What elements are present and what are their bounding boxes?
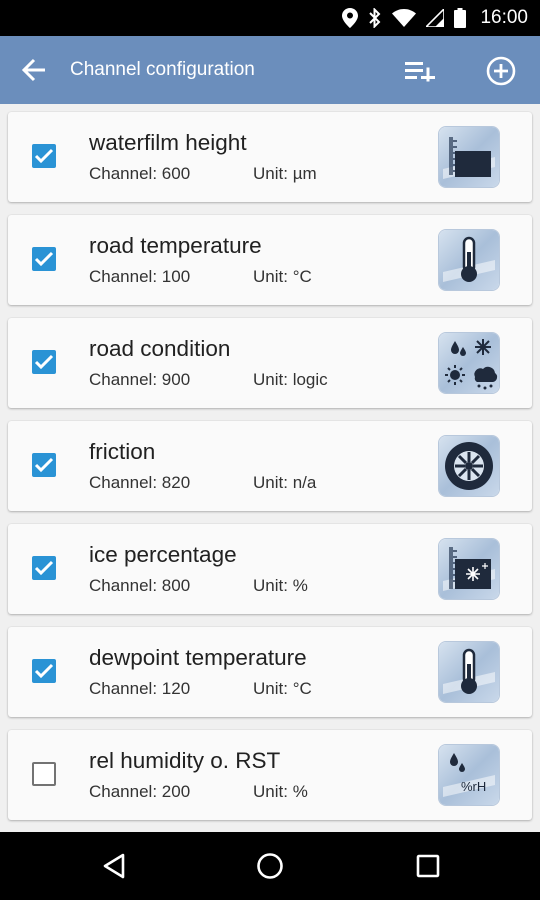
nav-recents-button[interactable] — [406, 844, 450, 888]
thermometer-icon — [439, 230, 499, 290]
channel-checkbox[interactable] — [32, 350, 56, 374]
channel-number: Channel: 200 — [89, 782, 191, 801]
battery-icon — [454, 8, 467, 28]
channel-unit: Unit: % — [253, 576, 308, 595]
channel-unit: Unit: logic — [253, 370, 328, 389]
weather-condition-icon — [439, 333, 499, 393]
thermometer-icon — [439, 642, 499, 702]
channel-card-friction[interactable]: friction Channel: 820 Unit: n/a — [8, 421, 532, 511]
channel-number: Channel: 820 — [89, 473, 191, 492]
bluetooth-icon — [368, 8, 382, 28]
navigation-bar — [0, 832, 540, 900]
channel-checkbox[interactable] — [32, 247, 56, 271]
channel-unit: Unit: n/a — [253, 473, 317, 492]
add-to-list-icon — [405, 62, 435, 82]
back-arrow-icon — [21, 58, 45, 82]
location-icon — [342, 8, 359, 28]
channel-unit: Unit: °C — [253, 679, 312, 698]
channel-number: Channel: 120 — [89, 679, 191, 698]
channel-card-rel-humidity[interactable]: rel humidity o. RST Channel: 200 Unit: %… — [8, 730, 532, 820]
channel-name: rel humidity o. RST — [89, 748, 281, 773]
channel-checkbox[interactable] — [32, 144, 56, 168]
svg-text:%rH: %rH — [461, 779, 486, 794]
ice-percentage-icon — [439, 539, 499, 599]
add-to-list-button[interactable] — [400, 50, 442, 92]
channel-checkbox[interactable] — [32, 556, 56, 580]
add-circle-icon — [486, 56, 516, 86]
channel-checkbox[interactable] — [32, 762, 56, 786]
channel-card-road-condition[interactable]: road condition Channel: 900 Unit: logic — [8, 318, 532, 408]
channel-name: ice percentage — [89, 542, 237, 567]
status-time: 16:00 — [480, 7, 528, 28]
channel-name: road temperature — [89, 233, 262, 258]
channel-checkbox[interactable] — [32, 453, 56, 477]
back-triangle-icon — [103, 853, 125, 879]
nav-home-button[interactable] — [248, 844, 292, 888]
nav-back-button[interactable] — [92, 844, 136, 888]
channel-card-waterfilm-height[interactable]: waterfilm height Channel: 600 Unit: µm — [8, 112, 532, 202]
channel-unit: Unit: % — [253, 782, 308, 801]
channel-card-road-temperature[interactable]: road temperature Channel: 100 Unit: °C — [8, 215, 532, 305]
waterfilm-height-icon — [439, 127, 499, 187]
status-bar: 16:00 — [0, 0, 540, 36]
channel-card-ice-percentage[interactable]: ice percentage Channel: 800 Unit: % — [8, 524, 532, 614]
channel-unit: Unit: µm — [253, 164, 317, 183]
channel-name: road condition — [89, 336, 231, 361]
channel-unit: Unit: °C — [253, 267, 312, 286]
channel-name: waterfilm height — [89, 130, 247, 155]
channel-number: Channel: 600 — [89, 164, 191, 183]
channel-name: friction — [89, 439, 156, 464]
recents-square-icon — [416, 854, 440, 878]
app-bar: Channel configuration — [0, 36, 540, 104]
back-button[interactable] — [14, 50, 54, 90]
tire-icon — [439, 436, 499, 496]
channel-name: dewpoint temperature — [89, 645, 307, 670]
channel-number: Channel: 900 — [89, 370, 191, 389]
channel-list: waterfilm height Channel: 600 Unit: µm r… — [0, 104, 540, 832]
page-title: Channel configuration — [70, 59, 255, 80]
channel-number: Channel: 800 — [89, 576, 191, 595]
channel-number: Channel: 100 — [89, 267, 191, 286]
channel-checkbox[interactable] — [32, 659, 56, 683]
humidity-icon: %rH — [439, 745, 499, 805]
channel-card-dewpoint-temperature[interactable]: dewpoint temperature Channel: 120 Unit: … — [8, 627, 532, 717]
wifi-icon — [392, 9, 417, 27]
signal-icon — [426, 9, 445, 27]
add-channel-button[interactable] — [480, 50, 522, 92]
home-circle-icon — [257, 853, 283, 879]
